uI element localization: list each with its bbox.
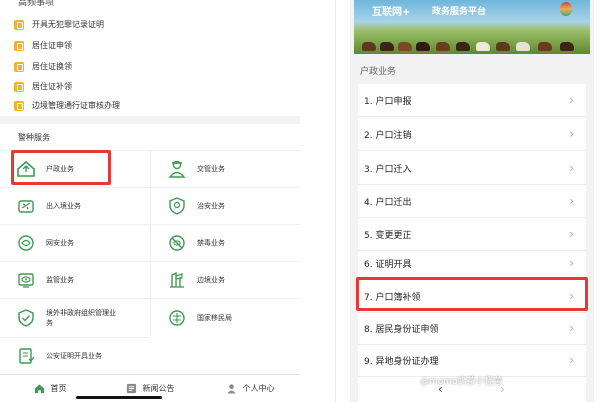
list-item[interactable]: 6. 证明开具 › <box>358 247 586 280</box>
service-ngo[interactable]: 境外非政府组织管理业务 <box>0 298 150 336</box>
no-drugs-icon <box>169 234 185 251</box>
eye-icon <box>18 272 34 288</box>
list-item[interactable]: 8. 居民身份证申领 › <box>358 312 586 345</box>
banner-title: 互联网+ <box>372 7 411 18</box>
document-icon <box>14 40 24 51</box>
police-services-panel: 警种服务 户政业务 交管业务 出入境业务 治安业务 网安业务 禁毒业务 监管业务… <box>0 124 300 374</box>
chevron-right-icon: › <box>569 256 574 270</box>
horse-icon <box>362 42 376 51</box>
right-phone-screen: 互联网+ 政务服务平台 户政业务 1. 户口申报 › 2. 户口注销 › 3. 户口… <box>350 0 594 402</box>
platform-banner: 互联网+ 政务服务平台 <box>354 0 590 54</box>
home-indicator <box>76 396 162 399</box>
chevron-right-icon: › <box>569 227 574 241</box>
home-icon <box>34 384 44 394</box>
service-cyber[interactable]: 网安业务 <box>0 224 150 260</box>
list-item[interactable]: 9. 异地身份证办理 › <box>358 344 586 377</box>
hot-air-balloon-icon <box>560 2 572 16</box>
horse-icon <box>476 42 490 51</box>
watermark: @momo奶茶小怪兽 <box>420 377 503 387</box>
list-item[interactable]: 2. 户口注销 › <box>358 118 586 151</box>
horse-icon <box>516 42 530 51</box>
service-traffic[interactable]: 交管业务 <box>150 150 300 186</box>
service-certificates[interactable]: 公安证明开具业务 <box>0 337 150 373</box>
user-icon <box>226 384 236 394</box>
traffic-police-icon <box>168 160 186 178</box>
section-title: 户政业务 <box>360 67 397 77</box>
list-item[interactable]: 3. 户口迁入 › <box>358 152 586 185</box>
hot-item[interactable]: 居住证换领 <box>14 58 72 75</box>
horse-icon <box>496 42 510 51</box>
hot-items-title: 高频事项 <box>18 0 55 8</box>
hot-item[interactable]: 开具无犯罪记录证明 <box>14 16 104 33</box>
hot-item[interactable]: 居住证申领 <box>14 37 72 54</box>
screenshot-stage: 高频事项 开具无犯罪记录证明 居住证申领 居住证换领 居住证补领 边境管理通行证… <box>0 0 600 402</box>
network-icon <box>18 234 34 251</box>
horse-icon <box>416 42 430 51</box>
chevron-right-icon: › <box>569 321 574 335</box>
immigration-icon <box>169 309 185 326</box>
panel-divider <box>335 0 336 402</box>
horse-icon <box>538 42 552 51</box>
check-shield-icon <box>18 308 34 327</box>
list-item[interactable]: 1. 户口申报 › <box>358 84 586 117</box>
service-border[interactable]: 边境业务 <box>150 261 300 297</box>
document-icon <box>14 61 24 72</box>
hot-items-panel: 高频事项 开具无犯罪记录证明 居住证申领 居住证换领 居住证补领 边境管理通行证… <box>0 0 300 116</box>
chevron-right-icon: › <box>569 127 574 141</box>
service-supervision[interactable]: 监管业务 <box>0 261 150 297</box>
service-public-security[interactable]: 治安业务 <box>150 187 300 223</box>
horse-icon <box>380 42 394 51</box>
service-narcotics[interactable]: 禁毒业务 <box>150 224 300 260</box>
service-exit-entry[interactable]: 出入境业务 <box>0 187 150 223</box>
certificate-icon <box>19 347 35 364</box>
highlight-box-household <box>11 150 111 185</box>
document-icon <box>14 19 24 30</box>
chevron-right-icon: › <box>569 93 574 107</box>
document-icon <box>14 81 24 92</box>
services-title: 警种服务 <box>18 133 50 142</box>
document-icon <box>14 100 24 111</box>
chevron-right-icon: › <box>569 353 574 367</box>
horse-icon <box>560 42 574 51</box>
shield-icon <box>169 196 185 215</box>
horse-icon <box>456 42 470 51</box>
border-icon <box>170 271 184 288</box>
horse-icon <box>398 42 412 51</box>
horse-icon <box>436 42 450 51</box>
hot-item[interactable]: 边境管理通行证审核办理 <box>14 97 120 114</box>
chevron-right-icon: › <box>569 161 574 175</box>
tab-profile[interactable]: 个人中心 <box>200 375 300 402</box>
news-icon <box>126 383 136 394</box>
chevron-right-icon: › <box>569 194 574 208</box>
service-immigration[interactable]: 国家移民局 <box>150 298 300 336</box>
plane-icon <box>18 199 34 213</box>
list-item[interactable]: 4. 户口迁出 › <box>358 185 586 218</box>
hot-item[interactable]: 居住证补领 <box>14 78 72 95</box>
household-service-list: 1. 户口申报 › 2. 户口注销 › 3. 户口迁入 › 4. 户口迁出 › 5. 变… <box>358 84 586 402</box>
left-phone-screen: 高频事项 开具无犯罪记录证明 居住证申领 居住证换领 居住证补领 边境管理通行证… <box>0 0 300 402</box>
banner-subtitle: 政务服务平台 <box>432 7 487 17</box>
highlight-box-hukou-reissue <box>356 277 588 311</box>
